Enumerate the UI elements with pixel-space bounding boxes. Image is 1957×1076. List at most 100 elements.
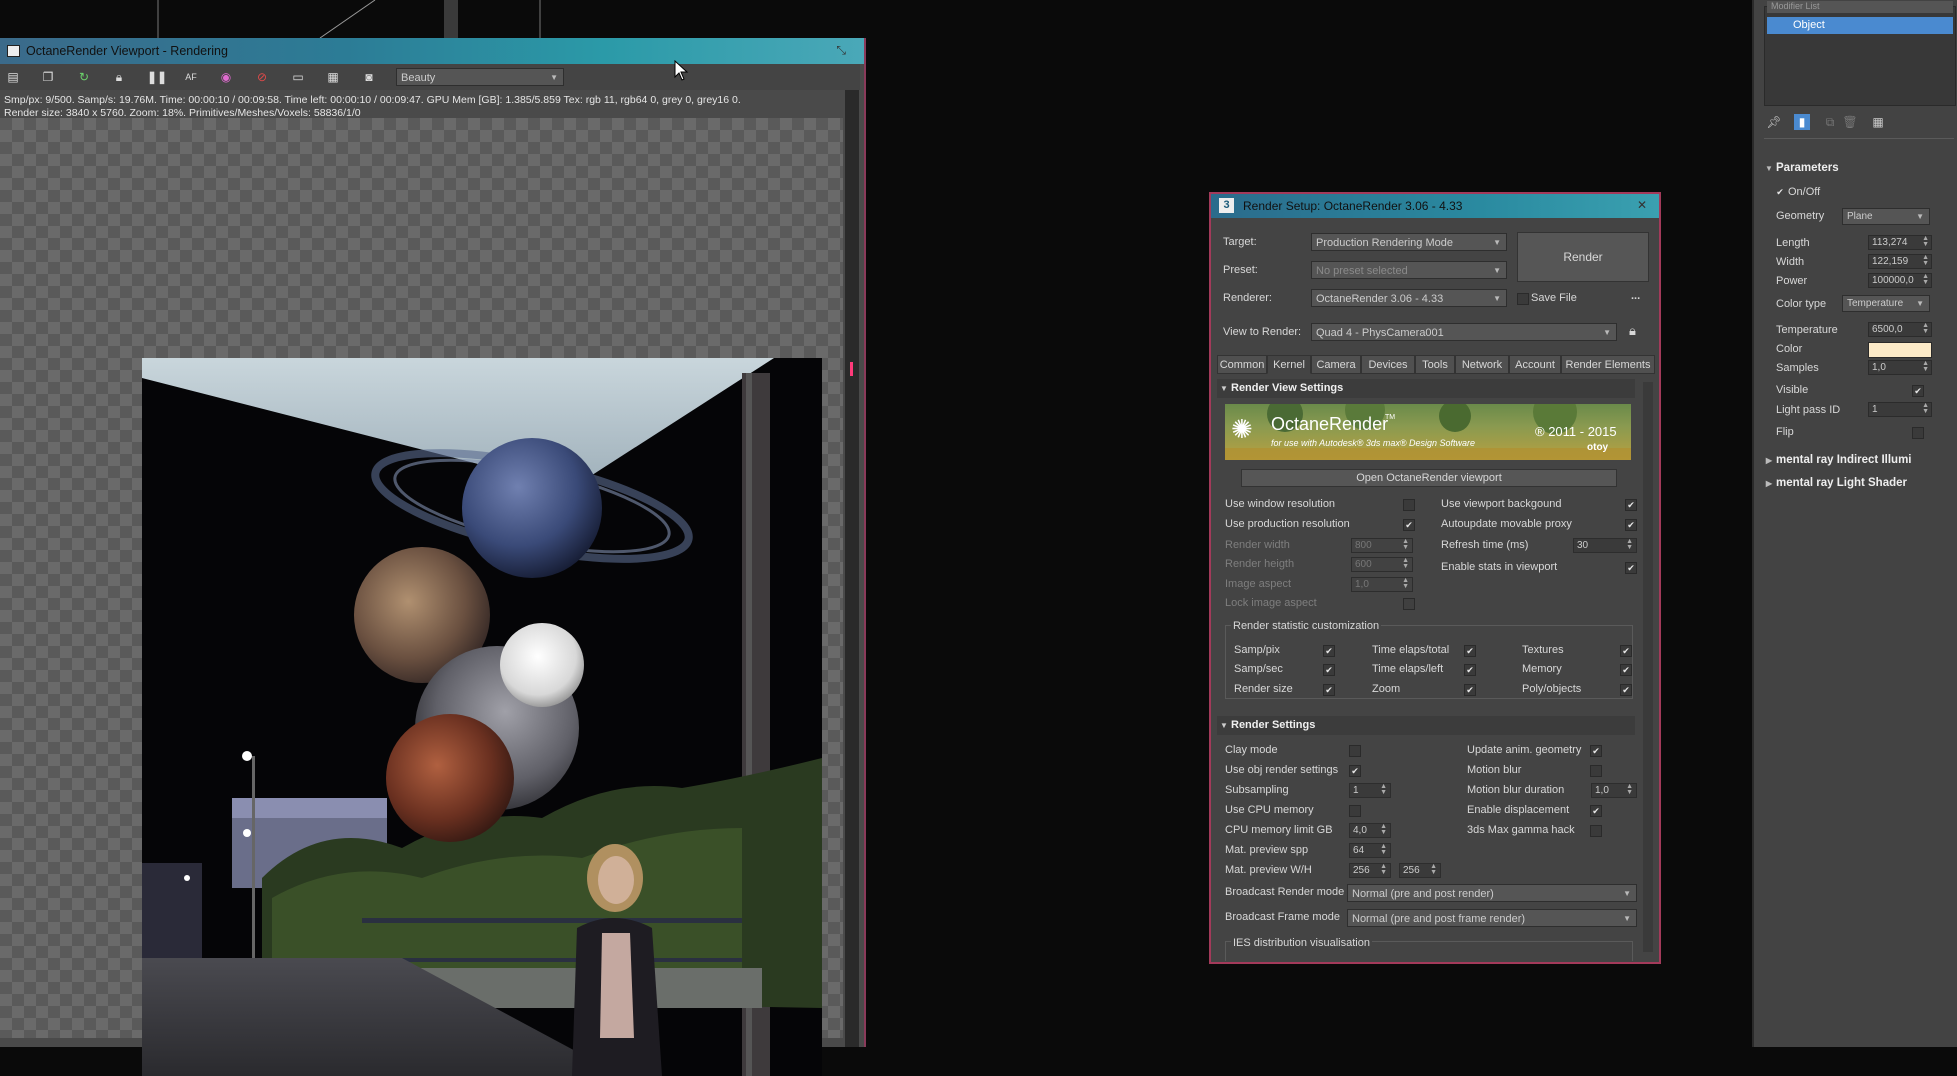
pause-icon[interactable]: ❚❚ [147,70,167,84]
refresh-time-spinner[interactable]: 30 ▲ ▼ [1573,538,1637,553]
open-viewport-button[interactable]: Open OctaneRender viewport [1241,469,1617,487]
use-cpu-mem-checkbox[interactable] [1349,805,1361,817]
preset-select[interactable]: No preset selected ▼ [1311,261,1507,279]
region-icon[interactable]: ▭ [290,70,306,84]
flip-checkbox[interactable] [1912,427,1924,439]
spinner-arrows-icon: ▲ ▼ [1402,538,1409,551]
stat-samp-pix-checkbox[interactable]: ✔ [1323,645,1335,657]
power-spinner[interactable]: 100000,0 ▲ ▼ [1868,273,1932,288]
subsampling-spinner[interactable]: 1 ▲ ▼ [1349,783,1391,798]
stat-samp-sec-checkbox[interactable]: ✔ [1323,664,1335,676]
af-icon[interactable]: AF [183,70,199,84]
mat-h-value: 256 [1403,865,1420,876]
parameters-rollout-header[interactable]: ▼ Parameters [1762,159,1952,177]
pin-stack-icon[interactable]: 📌︎ [1766,114,1782,130]
mat-w-spinner[interactable]: 256 ▲ ▼ [1349,863,1391,878]
render-settings-header[interactable]: ▼ Render Settings [1217,716,1635,735]
use-vp-bg-checkbox[interactable]: ✔ [1625,499,1637,511]
lock-view-icon[interactable]: 🔒︎ [1629,323,1636,339]
enable-disp-checkbox[interactable]: ✔ [1590,805,1602,817]
render-pass-select[interactable]: Beauty ▼ [396,68,564,86]
width-spinner[interactable]: 122,159 ▲ ▼ [1868,254,1932,269]
more-button[interactable]: ... [1631,290,1640,302]
use-obj-checkbox[interactable]: ✔ [1349,765,1361,777]
stat-render-size-checkbox[interactable]: ✔ [1323,684,1335,696]
modifier-list-header[interactable]: Modifier List [1767,1,1953,13]
image-aspect-spinner[interactable]: 1,0 ▲ ▼ [1351,577,1413,592]
render-setup-titlebar[interactable]: 3 Render Setup: OctaneRender 3.06 - 4.33… [1211,194,1659,218]
spinner-arrows-icon: ▲ ▼ [1380,843,1387,856]
remove-modifier-icon[interactable]: 🗑︎ [1842,114,1858,130]
mat-h-spinner[interactable]: 256 ▲ ▼ [1399,863,1441,878]
color-picker-icon[interactable]: ◉ [218,70,234,84]
motion-blur-checkbox[interactable] [1590,765,1602,777]
color-swatch[interactable] [1868,342,1932,358]
tab-network[interactable]: Network [1455,355,1509,374]
render-width-spinner[interactable]: 800 ▲ ▼ [1351,538,1413,553]
modifier-stack-item-object[interactable]: Object [1767,17,1953,34]
save-icon[interactable]: ▤ [5,70,21,84]
render-height-spinner[interactable]: 600 ▲ ▼ [1351,557,1413,572]
broadcast-render-select[interactable]: Normal (pre and post render) ▼ [1347,884,1637,902]
close-icon[interactable]: ✕ [1637,198,1647,212]
geometry-select[interactable]: Plane ▼ [1842,208,1930,225]
clay-icon[interactable]: ▦ [325,70,341,84]
color-type-select[interactable]: Temperature ▼ [1842,295,1930,312]
restore-icon[interactable]: ⤡ [836,43,846,58]
camera-icon[interactable]: ◙ [361,70,377,84]
mat-spp-spinner[interactable]: 64 ▲ ▼ [1349,843,1391,858]
tab-account[interactable]: Account [1509,355,1561,374]
lock-aspect-checkbox[interactable] [1403,598,1415,610]
target-select[interactable]: Production Rendering Mode ▼ [1311,233,1507,251]
make-unique-icon[interactable]: ⧉ [1822,114,1838,130]
target-value: Production Rendering Mode [1316,237,1453,249]
stat-zoom-checkbox[interactable]: ✔ [1464,684,1476,696]
tab-common[interactable]: Common [1217,355,1267,374]
save-file-checkbox[interactable] [1517,293,1529,305]
render-view-settings-header[interactable]: ▼ Render View Settings [1217,379,1635,398]
render-button[interactable]: Render [1517,232,1649,282]
image-aspect-label: Image aspect [1225,578,1292,590]
clay-mode-checkbox[interactable] [1349,745,1361,757]
renderer-select[interactable]: OctaneRender 3.06 - 4.33 ▼ [1311,289,1507,307]
stat-time-left-checkbox[interactable]: ✔ [1464,664,1476,676]
tab-render-elements[interactable]: Render Elements [1561,355,1655,374]
visible-checkbox[interactable]: ✔ [1912,385,1924,397]
stat-memory-checkbox[interactable]: ✔ [1620,664,1632,676]
tab-devices[interactable]: Devices [1361,355,1415,374]
view-to-render-select[interactable]: Quad 4 - PhysCamera001 ▼ [1311,323,1617,341]
motion-blur-dur-spinner[interactable]: 1,0 ▲ ▼ [1591,783,1637,798]
on-off-checkbox[interactable]: ✔ [1776,187,1784,197]
tab-tools[interactable]: Tools [1415,355,1455,374]
stat-textures-checkbox[interactable]: ✔ [1620,645,1632,657]
tab-kernel[interactable]: Kernel [1267,355,1311,374]
enable-stats-checkbox[interactable]: ✔ [1625,562,1637,574]
stat-time-total-checkbox[interactable]: ✔ [1464,645,1476,657]
stat-poly-checkbox[interactable]: ✔ [1620,684,1632,696]
copy-icon[interactable]: ❐ [40,70,56,84]
show-end-result-icon[interactable]: ▮ [1794,114,1810,130]
cpu-mem-limit-spinner[interactable]: 4,0 ▲ ▼ [1349,823,1391,838]
use-window-res-checkbox[interactable] [1403,499,1415,511]
use-prod-res-checkbox[interactable]: ✔ [1403,519,1415,531]
autoupdate-proxy-checkbox[interactable]: ✔ [1625,519,1637,531]
length-spinner[interactable]: 113,274 ▲ ▼ [1868,235,1932,250]
configure-modifier-icon[interactable]: ▦ [1870,114,1886,130]
broadcast-frame-select[interactable]: Normal (pre and post frame render) ▼ [1347,909,1637,927]
dialog-scrollbar[interactable] [1643,382,1653,952]
temperature-spinner[interactable]: 6500,0 ▲ ▼ [1868,322,1932,337]
chevron-down-icon: ▼ [1493,238,1501,247]
modifier-stack[interactable]: Modifier List Object [1764,1,1956,106]
refresh-icon[interactable]: ↻ [76,70,92,84]
light-pass-spinner[interactable]: 1 ▲ ▼ [1868,402,1932,417]
mr-indirect-rollout[interactable]: ▶ mental ray Indirect Illumi [1762,451,1952,469]
no-entry-icon[interactable]: ⊘ [254,70,270,84]
mr-light-shader-rollout[interactable]: ▶ mental ray Light Shader [1762,474,1952,492]
tab-camera[interactable]: Camera [1311,355,1361,374]
gamma-hack-checkbox[interactable] [1590,825,1602,837]
viewport-titlebar[interactable]: OctaneRender Viewport - Rendering ⤡ [0,38,864,64]
lock-icon[interactable]: 🔒︎ [111,70,127,84]
samples-spinner[interactable]: 1,0 ▲ ▼ [1868,360,1932,375]
update-anim-checkbox[interactable]: ✔ [1590,745,1602,757]
vertical-scrollbar[interactable] [845,90,859,1047]
